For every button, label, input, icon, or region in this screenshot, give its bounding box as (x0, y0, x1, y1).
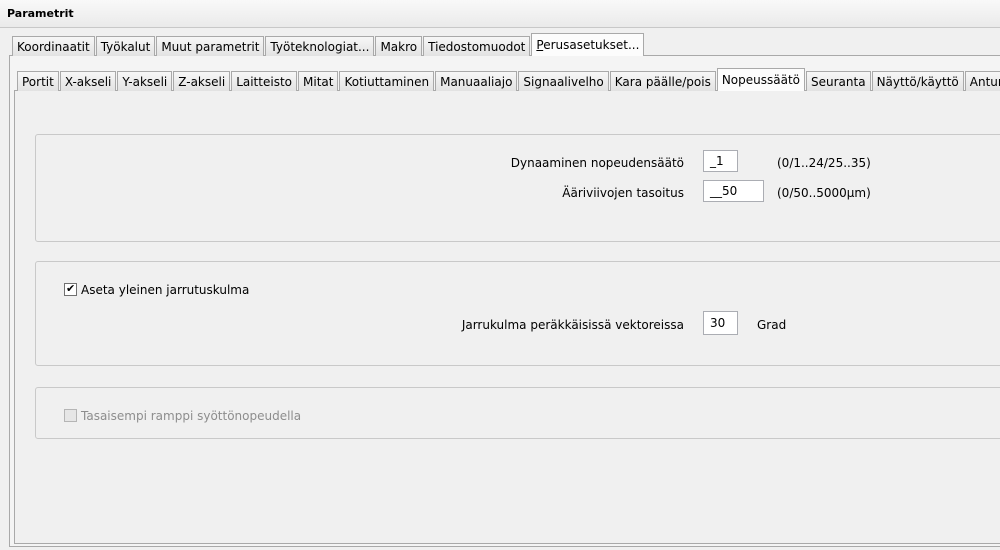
tab-koordinaatit[interactable]: Koordinaatit (12, 36, 95, 56)
brake-angle-unit: Grad (757, 318, 787, 332)
smoother-ramp-label: Tasaisempi ramppi syöttönopeudella (81, 409, 302, 423)
tab-tiedostomuodot[interactable]: Tiedostomuodot (423, 36, 531, 56)
subtab-anturi[interactable]: Anturi (964, 71, 1000, 91)
subtab-naytto-kaytto[interactable]: Näyttö/käyttö (871, 71, 964, 91)
subtab-seuranta[interactable]: Seuranta (806, 71, 871, 91)
subtab-mitat[interactable]: Mitat (298, 71, 339, 91)
subtab-portit[interactable]: Portit (17, 71, 59, 91)
subtab-x-akseli[interactable]: X-akseli (59, 71, 117, 91)
contour-smoothing-input[interactable]: __50 (703, 180, 764, 202)
tab-tyoteknologiat[interactable]: Työteknologiat... (265, 36, 375, 56)
sub-tab-bar: Portit X-akseli Y-akseli Z-akseli Laitte… (17, 68, 1000, 91)
subtab-manuaaliajo[interactable]: Manuaaliajo (435, 71, 518, 91)
tab-perusasetukset-label: erusasetukset... (543, 38, 640, 52)
subtab-kotiuttaminen[interactable]: Kotiuttaminen (339, 71, 435, 91)
dynamic-speed-input[interactable]: _1 (703, 150, 738, 172)
tab-muut-parametrit[interactable]: Muut parametrit (156, 36, 265, 56)
tab-tyokalut[interactable]: Työkalut (95, 36, 156, 56)
checkmark-icon: ✔ (66, 282, 76, 295)
subtab-kara-paalle-pois[interactable]: Kara päälle/pois (609, 71, 716, 91)
dynamic-speed-label: Dynaaminen nopeudensäätö (510, 156, 684, 170)
general-brake-angle-checkbox[interactable]: ✔ (64, 282, 77, 296)
subtab-laitteisto[interactable]: Laitteisto (231, 71, 297, 91)
subtab-z-akseli[interactable]: Z-akseli (173, 71, 231, 91)
window-title: Parametrit (7, 7, 74, 20)
subtab-signaalivelho[interactable]: Signaalivelho (518, 71, 609, 91)
smoother-ramp-checkbox[interactable] (64, 409, 77, 422)
tab-perusasetukset[interactable]: Perusasetukset... (531, 33, 645, 56)
dynamic-speed-range: (0/1..24/25..35) (777, 156, 871, 170)
subtab-y-akseli[interactable]: Y-akseli (117, 71, 173, 91)
brake-angle-input[interactable]: 30 (703, 311, 738, 335)
main-tab-bar: Koordinaatit Työkalut Muut parametrit Ty… (12, 33, 645, 56)
brake-angle-label: Jarrukulma peräkkäisissä vektoreissa (461, 318, 684, 332)
contour-smoothing-range: (0/50..5000µm) (777, 186, 871, 200)
window-titlebar: Parametrit (0, 0, 1000, 28)
contour-smoothing-label: Ääriviivojen tasoitus (562, 186, 684, 200)
general-brake-angle-label: Aseta yleinen jarrutuskulma (81, 283, 250, 297)
subtab-nopeussaato[interactable]: Nopeussäätö (716, 68, 806, 91)
tab-makro[interactable]: Makro (375, 36, 423, 56)
brake-angle-group (35, 261, 1000, 366)
